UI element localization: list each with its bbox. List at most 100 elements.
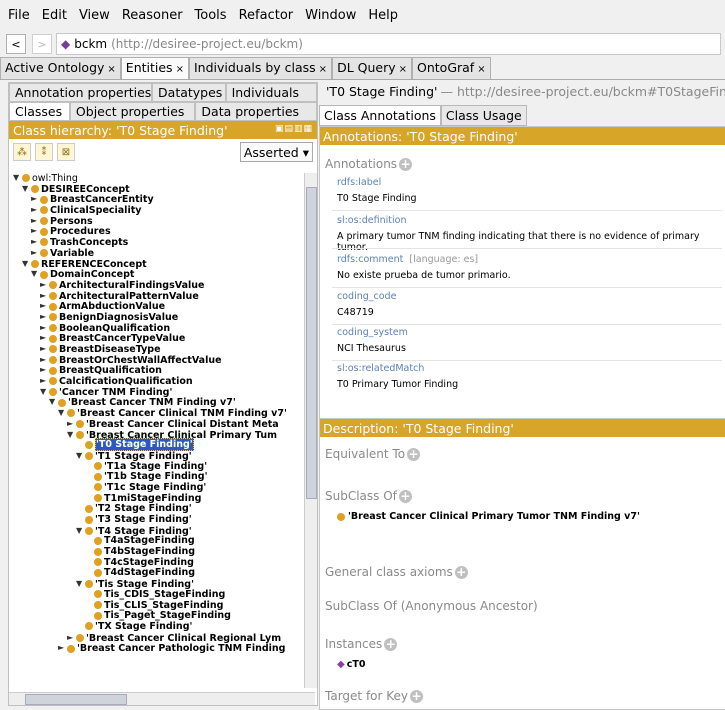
tree-node[interactable]: ► TrashConcepts (9, 237, 303, 248)
expanded-arrow-icon[interactable]: ▼ (76, 451, 85, 462)
instance-item[interactable]: ◆ cT0 (337, 659, 365, 670)
tree-node[interactable]: ▼ DESIREEConcept (9, 184, 303, 195)
menu-file[interactable]: File (8, 8, 30, 23)
expanded-arrow-icon[interactable]: ▼ (67, 430, 76, 441)
close-icon[interactable]: × (107, 64, 115, 75)
tree-node[interactable]: ▼ owl:Thing (9, 173, 303, 184)
menu-refactor[interactable]: Refactor (239, 8, 294, 23)
tree-node[interactable]: 'TX Stage Finding' (9, 621, 303, 633)
annotation-entry[interactable]: coding_system NCI Thesaurus (337, 327, 408, 354)
expanded-arrow-icon[interactable]: ▼ (76, 526, 85, 537)
tree-node[interactable]: ► Persons (9, 216, 303, 227)
tab-object-properties[interactable]: Object properties (69, 102, 196, 121)
tree-node[interactable]: ► ArchitecturalPatternValue (9, 291, 303, 302)
tree-node[interactable]: ► ArchitecturalFindingsValue (9, 280, 303, 291)
collapsed-arrow-icon[interactable]: ► (67, 633, 76, 644)
menu-reasoner[interactable]: Reasoner (122, 8, 183, 23)
annotation-entry[interactable]: rdfs:comment [language: es] No existe prue… (337, 254, 511, 281)
collapsed-arrow-icon[interactable]: ► (40, 355, 49, 366)
close-icon[interactable]: × (176, 64, 184, 75)
tab-annotation-properties[interactable]: Annotation properties (9, 83, 153, 102)
horizontal-scrollbar[interactable] (9, 692, 315, 705)
tree-node[interactable]: 'T0 Stage Finding' (9, 438, 303, 452)
tree-node[interactable]: ► Variable (9, 248, 303, 259)
collapsed-arrow-icon[interactable]: ► (67, 419, 76, 430)
tab-individuals-by-class[interactable]: Individuals by class × (188, 57, 333, 79)
menu-view[interactable]: View (79, 8, 110, 23)
tree-node[interactable]: ► BreastQualification (9, 365, 303, 376)
tree-node[interactable]: T4dStageFinding (9, 568, 303, 579)
add-instance-icon[interactable]: + (384, 638, 398, 651)
menu-help[interactable]: Help (368, 8, 398, 23)
collapsed-arrow-icon[interactable]: ► (31, 248, 40, 259)
tree-node[interactable]: ► ClinicalSpeciality (9, 205, 303, 216)
expanded-arrow-icon[interactable]: ▼ (22, 259, 31, 270)
tab-individuals[interactable]: Individuals (225, 83, 317, 102)
tree-node[interactable]: ► 'Breast Cancer Clinical Distant Meta (9, 419, 303, 430)
collapsed-arrow-icon[interactable]: ► (31, 194, 40, 205)
collapsed-arrow-icon[interactable]: ► (31, 226, 40, 237)
tab-class-usage[interactable]: Class Usage (440, 105, 527, 126)
tree-node[interactable]: ► 'Breast Cancer Pathologic TNM Finding (9, 643, 303, 654)
menu-tools[interactable]: Tools (195, 8, 227, 23)
tree-node[interactable]: ► BreastCancerEntity (9, 194, 303, 205)
collapsed-arrow-icon[interactable]: ► (58, 643, 67, 654)
collapsed-arrow-icon[interactable]: ► (40, 333, 49, 344)
add-key-icon[interactable]: + (410, 690, 424, 703)
add-superclass-icon[interactable]: + (398, 490, 412, 503)
tab-datatypes[interactable]: Datatypes (152, 83, 226, 102)
scroll-thumb[interactable] (25, 694, 127, 705)
tab-entities[interactable]: Entities × (120, 57, 189, 79)
expanded-arrow-icon[interactable]: ▼ (40, 387, 49, 398)
tree-node[interactable]: ► BooleanQualification (9, 323, 303, 334)
collapsed-arrow-icon[interactable]: ► (40, 365, 49, 376)
tab-data-properties[interactable]: Data properties (195, 102, 317, 121)
tree-node[interactable]: ► BenignDiagnosisValue (9, 312, 303, 323)
annotation-entry[interactable]: rdfs:label T0 Stage Finding (337, 177, 417, 204)
tree-node[interactable]: 'T3 Stage Finding' (9, 514, 303, 526)
tab-ontograf[interactable]: OntoGraf × (412, 57, 491, 79)
add-sibling-icon[interactable]: ⁑ (35, 143, 53, 161)
collapsed-arrow-icon[interactable]: ► (40, 376, 49, 387)
view-controls-icon[interactable]: ▣▤▥▦ (275, 124, 313, 134)
tab-classes[interactable]: Classes (9, 102, 70, 121)
tab-active-ontology[interactable]: Active Ontology × (0, 57, 121, 79)
close-icon[interactable]: × (319, 64, 327, 75)
collapsed-arrow-icon[interactable]: ► (40, 323, 49, 334)
add-subclass-icon[interactable]: ⁂ (13, 143, 31, 161)
add-equivalent-icon[interactable]: + (407, 448, 421, 461)
expanded-arrow-icon[interactable]: ▼ (13, 173, 22, 184)
add-axiom-icon[interactable]: + (454, 566, 468, 579)
tree-node[interactable]: ▼ 'Breast Cancer TNM Finding v7' (9, 397, 303, 408)
tree-node[interactable]: ▼ REFERENCEConcept (9, 259, 303, 270)
collapsed-arrow-icon[interactable]: ► (31, 216, 40, 227)
tree-node[interactable]: ▼ 'Breast Cancer Clinical TNM Finding v7' (9, 408, 303, 419)
tree-node[interactable]: ► BreastDiseaseType (9, 344, 303, 355)
collapsed-arrow-icon[interactable]: ► (31, 205, 40, 216)
collapsed-arrow-icon[interactable]: ► (40, 280, 49, 291)
tree-node[interactable]: ► BreastOrChestWallAffectValue (9, 355, 303, 366)
tab-dl-query[interactable]: DL Query × (332, 57, 413, 79)
expanded-arrow-icon[interactable]: ▼ (49, 397, 58, 408)
scroll-thumb[interactable] (306, 187, 317, 499)
add-annotation-icon[interactable]: + (399, 158, 413, 171)
tab-class-annotations[interactable]: Class Annotations (319, 105, 441, 126)
close-icon[interactable]: × (399, 64, 407, 75)
menu-window[interactable]: Window (305, 8, 356, 23)
collapsed-arrow-icon[interactable]: ► (31, 237, 40, 248)
expanded-arrow-icon[interactable]: ▼ (76, 579, 85, 590)
collapsed-arrow-icon[interactable]: ► (40, 312, 49, 323)
back-button[interactable]: < (6, 34, 26, 54)
expanded-arrow-icon[interactable]: ▼ (58, 408, 67, 419)
forward-button[interactable]: > (32, 34, 52, 54)
tree-node[interactable]: ▼ DomainConcept (9, 269, 303, 280)
collapsed-arrow-icon[interactable]: ► (40, 301, 49, 312)
expanded-arrow-icon[interactable]: ▼ (31, 269, 40, 280)
tree-node[interactable]: ► Procedures (9, 226, 303, 237)
expanded-arrow-icon[interactable]: ▼ (22, 184, 31, 195)
annotation-entry[interactable]: sl:os:relatedMatch T0 Primary Tumor Findi… (337, 363, 458, 390)
ontology-address[interactable]: ◆ bckm (http://desiree-project.eu/bckm) (56, 33, 721, 55)
tree-node[interactable]: ► CalcificationQualification (9, 376, 303, 387)
collapsed-arrow-icon[interactable]: ► (40, 291, 49, 302)
collapsed-arrow-icon[interactable]: ► (40, 344, 49, 355)
